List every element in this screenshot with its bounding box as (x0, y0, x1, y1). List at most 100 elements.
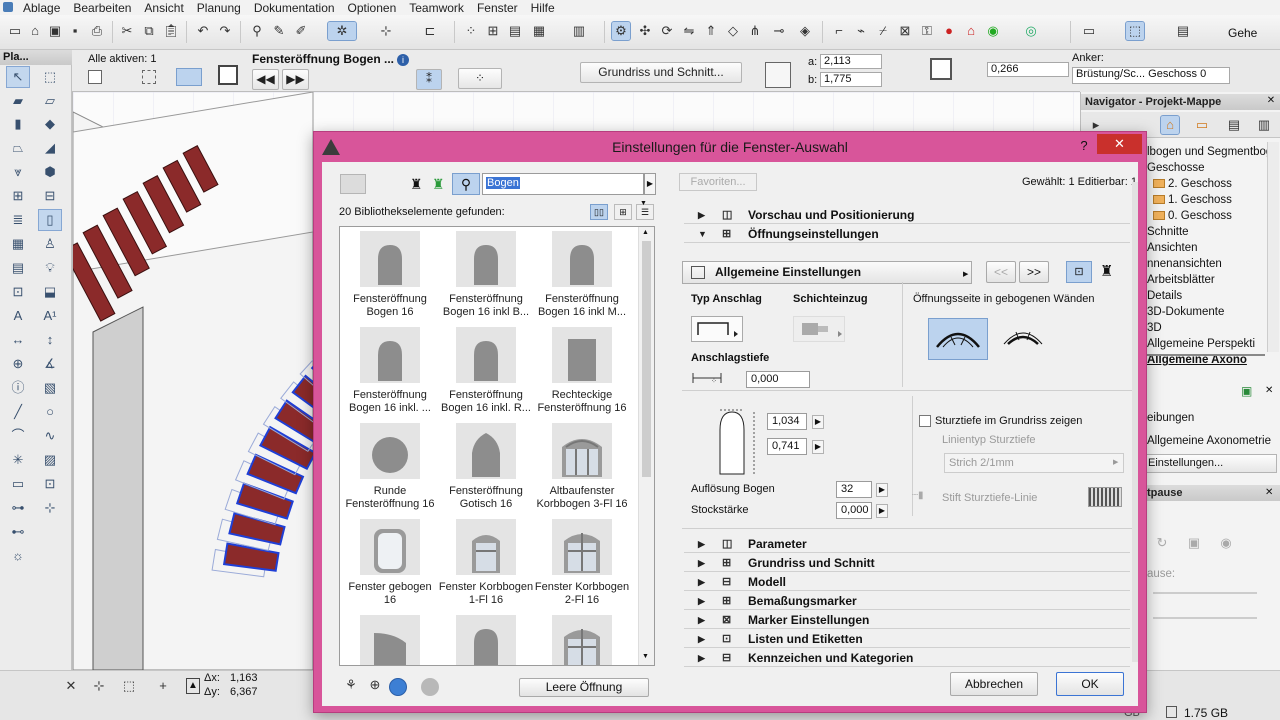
menu-item[interactable]: Teamwork (404, 1, 472, 15)
snap-guides-icon[interactable]: ✲ (327, 21, 357, 41)
typ-anschlag-picker[interactable] (691, 316, 743, 342)
grid-tool-icon[interactable]: ⊹ (39, 498, 61, 518)
a-input[interactable]: 2,113 (820, 54, 882, 69)
shell-tool-icon[interactable]: ◢ (39, 138, 61, 158)
relative-coords-icon[interactable]: ⬚ (120, 677, 138, 695)
fillet-icon[interactable]: ⌐ (830, 22, 848, 40)
copy-icon[interactable]: ⧉ (140, 22, 158, 40)
section-tool-icon[interactable]: ⊡ (7, 282, 29, 302)
navigator-item[interactable]: 1. Geschoss (1153, 192, 1232, 208)
library-item[interactable]: Fenster Korbbogen 2-Fl 16 (534, 519, 630, 607)
text-tool-icon[interactable]: A (7, 306, 29, 326)
search-icon[interactable]: ⚲ (452, 173, 480, 195)
3d-view-icon[interactable]: ⬚ (1125, 21, 1145, 41)
settings-section[interactable]: ▶ ⊡ Listen und Etiketten (684, 630, 1130, 648)
pause-tool-1-icon[interactable]: ↻ (1153, 534, 1171, 552)
info-tool-icon[interactable]: ⓘ (7, 378, 29, 398)
sun-tool-icon[interactable]: ☼ (7, 546, 29, 566)
opening-side-inner-button[interactable] (994, 318, 1054, 360)
open-icon[interactable]: ▣ (46, 22, 64, 40)
globe-icon[interactable]: ◎ (1022, 22, 1040, 40)
add-library-icon[interactable]: ⊕ (366, 676, 384, 694)
settings-scrollbar[interactable] (1132, 182, 1138, 662)
offset-icon[interactable]: ⌁ (852, 22, 870, 40)
settings-section[interactable]: ▶ ⊞ Bemaßungsmarker (684, 592, 1130, 610)
add-point-icon[interactable]: + (154, 677, 172, 695)
help-button[interactable]: ? (1074, 136, 1094, 156)
stockstaerke-input[interactable]: 0,000 (836, 502, 872, 519)
navigator-item[interactable]: 2. Geschoss (1153, 176, 1232, 192)
library-item[interactable]: Fensteröffnung Bogen 16 inkl. R... (438, 327, 534, 415)
group-icon[interactable]: ▤ (506, 22, 524, 40)
width-arrow[interactable]: ▶ (812, 440, 824, 454)
favorites-button[interactable]: Favoriten... (679, 173, 757, 191)
library-loaded-icon[interactable]: ♜ (410, 176, 423, 193)
dy-value[interactable]: 6,367 (230, 686, 258, 698)
dx-value[interactable]: 1,163 (230, 672, 258, 684)
navigator-item[interactable]: Allgemeine Perspekti (1147, 336, 1255, 352)
elevation-tool-icon[interactable]: ⬓ (39, 282, 61, 302)
sturztiefe-checkbox[interactable] (919, 415, 931, 427)
pause-slider-2[interactable] (1153, 617, 1257, 619)
library-item[interactable]: Altbaufenster Korbbogen 3-Fl 16 (534, 423, 630, 511)
navigator-item[interactable]: nnenansichten (1147, 256, 1222, 272)
library-item[interactable] (342, 615, 438, 665)
line-tool-icon[interactable]: ╱ (7, 402, 29, 422)
split-icon[interactable]: ⋔ (746, 22, 764, 40)
cancel-input-icon[interactable]: ✕ (62, 677, 80, 695)
add-view-icon[interactable]: ▣ (1241, 384, 1257, 400)
search-history-arrow[interactable]: ▶ (644, 173, 656, 195)
library-item[interactable]: Fensteröffnung Bogen 16 (342, 231, 438, 319)
settings-section[interactable]: ▶ ⊟ Modell (684, 573, 1130, 591)
order-icon[interactable]: ▥ (570, 22, 588, 40)
library-item[interactable]: Fensteröffnung Bogen 16 inkl M... (534, 231, 630, 319)
radial-dim-icon[interactable]: ⊕ (7, 354, 29, 374)
prev-page-button[interactable]: << (986, 261, 1016, 283)
arrow-tool-icon[interactable]: ↖ (6, 66, 30, 88)
spline-tool-icon[interactable]: ∿ (39, 426, 61, 446)
empty-opening-button[interactable]: Leere Öffnung (519, 678, 649, 697)
change-tool-icon[interactable]: ⊶ (7, 498, 29, 518)
eyedropper-icon[interactable]: ✎ (270, 22, 288, 40)
level-dim-icon[interactable]: ↕ (39, 330, 61, 350)
grid-snap-icon[interactable]: ⊹ (372, 22, 400, 40)
column-tool-icon[interactable]: ▮ (7, 114, 29, 134)
window-icon[interactable]: ▭ (1080, 22, 1098, 40)
linientyp-select[interactable]: Strich 2/1mm ▶ (944, 453, 1124, 473)
anschlagstiefe-input[interactable]: 0,000 (746, 371, 810, 388)
explode-icon[interactable]: ⊠ (896, 22, 914, 40)
general-settings-select[interactable]: Allgemeine Einstellungen ▶ (682, 261, 972, 284)
fill-tool-icon[interactable]: ▧ (39, 378, 61, 398)
scroll-down-icon[interactable]: ▼ (642, 653, 649, 660)
marquee-tool-icon[interactable]: ⬚ (39, 67, 61, 87)
info-icon[interactable]: i (397, 54, 409, 66)
figure-tool-icon[interactable]: ▨ (39, 450, 61, 470)
pen-color-swatch[interactable] (1088, 487, 1122, 507)
navigator-item[interactable]: Ansichten (1147, 240, 1198, 256)
pause-slider[interactable] (1153, 592, 1257, 594)
beam-tool-icon[interactable]: ▱ (39, 91, 61, 111)
library-scrollbar[interactable]: ▲ ▼ (638, 227, 654, 665)
settings-button[interactable]: Einstellungen... (1143, 454, 1277, 473)
settings-section[interactable]: ▶ ⊞ Grundriss und Schnitt (684, 554, 1130, 572)
pause-tool-3-icon[interactable]: ◉ (1217, 534, 1235, 552)
anchor-select[interactable]: Brüstung/Sc... Geschoss 0 (1072, 67, 1230, 84)
label-tool-icon[interactable]: A¹ (39, 306, 61, 326)
menu-item[interactable]: Hilfe (526, 1, 563, 15)
camera-tool-icon[interactable]: ⊷ (7, 522, 29, 542)
search-input[interactable]: Bogen (482, 173, 644, 195)
align-icon[interactable]: ⊞ (484, 22, 502, 40)
adjust-icon[interactable]: ⊸ (770, 22, 788, 40)
menu-item[interactable]: Dokumentation (249, 1, 343, 15)
menu-item[interactable]: Ansicht (139, 1, 191, 15)
layout-book-icon[interactable]: ▤ (1225, 116, 1243, 134)
stockstaerke-arrow[interactable]: ▶ (876, 504, 888, 518)
curtain-wall-icon[interactable]: ▦ (7, 234, 29, 254)
roof-tool-icon[interactable]: ⏢ (7, 138, 29, 158)
library-item[interactable]: Fensteröffnung Bogen 16 inkl. ... (342, 327, 438, 415)
scroll-up-icon[interactable]: ▲ (642, 229, 649, 236)
library-item[interactable]: Fensteröffnung Gotisch 16 (438, 423, 534, 511)
lamp-tool-icon[interactable]: 💡︎ (39, 258, 61, 278)
new-file-icon[interactable]: ▭ (6, 22, 24, 40)
hotspot-tool-icon[interactable]: ✳ (7, 450, 29, 470)
